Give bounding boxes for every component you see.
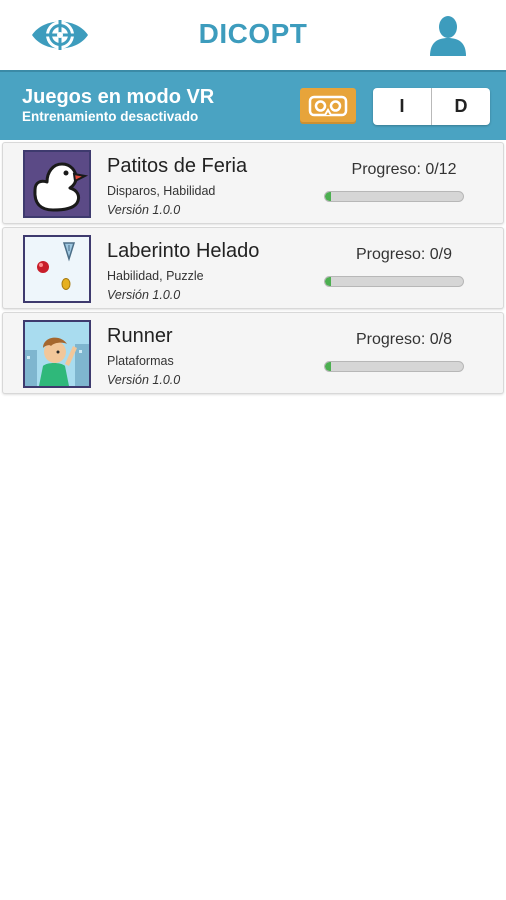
progress-label: Progreso: 0/8 [355, 331, 453, 348]
vr-mode-header: Juegos en modo VR Entrenamiento desactiv… [0, 70, 506, 140]
progress-label: Progreso: 0/12 [351, 161, 457, 178]
game-card-patitos-de-feria[interactable]: Patitos de Feria Disparos, Habilidad Ver… [2, 142, 504, 224]
game-tags: Habilidad, Puzzle [107, 269, 204, 283]
vr-headset-icon [308, 95, 348, 117]
game-version: Versión 1.0.0 [107, 288, 181, 302]
progress-fill [325, 192, 331, 201]
game-name: Patitos de Feria [107, 155, 248, 177]
progress-bar [324, 191, 464, 202]
duck-icon [23, 150, 91, 218]
game-name: Runner [107, 325, 173, 347]
runner-icon [23, 320, 91, 388]
left-eye-option[interactable]: I [373, 88, 431, 125]
game-list: Patitos de Feria Disparos, Habilidad Ver… [2, 142, 504, 397]
top-app-bar: DICOPT [0, 0, 506, 70]
training-status: Entrenamiento desactivado [22, 109, 199, 124]
eye-selector: I D [373, 88, 490, 125]
game-version: Versión 1.0.0 [107, 373, 181, 387]
section-title: Juegos en modo VR [22, 86, 215, 108]
vr-headset-button[interactable] [300, 88, 356, 124]
user-profile-icon[interactable] [428, 14, 468, 56]
maze-icon [23, 235, 91, 303]
progress-label: Progreso: 0/9 [355, 246, 453, 263]
progress-fill [325, 277, 331, 286]
app-screen: DICOPT Juegos en modo VR Entrenamiento d… [0, 0, 506, 900]
progress-fill [325, 362, 331, 371]
progress-bar [324, 276, 464, 287]
right-eye-option[interactable]: D [431, 88, 490, 125]
progress-bar [324, 361, 464, 372]
game-card-laberinto-helado[interactable]: Laberinto Helado Habilidad, Puzzle Versi… [2, 227, 504, 309]
game-version: Versión 1.0.0 [107, 203, 181, 217]
game-name: Laberinto Helado [107, 240, 260, 262]
game-tags: Disparos, Habilidad [107, 184, 216, 198]
game-card-runner[interactable]: Runner Plataformas Versión 1.0.0 Progres… [2, 312, 504, 394]
game-tags: Plataformas [107, 354, 174, 368]
